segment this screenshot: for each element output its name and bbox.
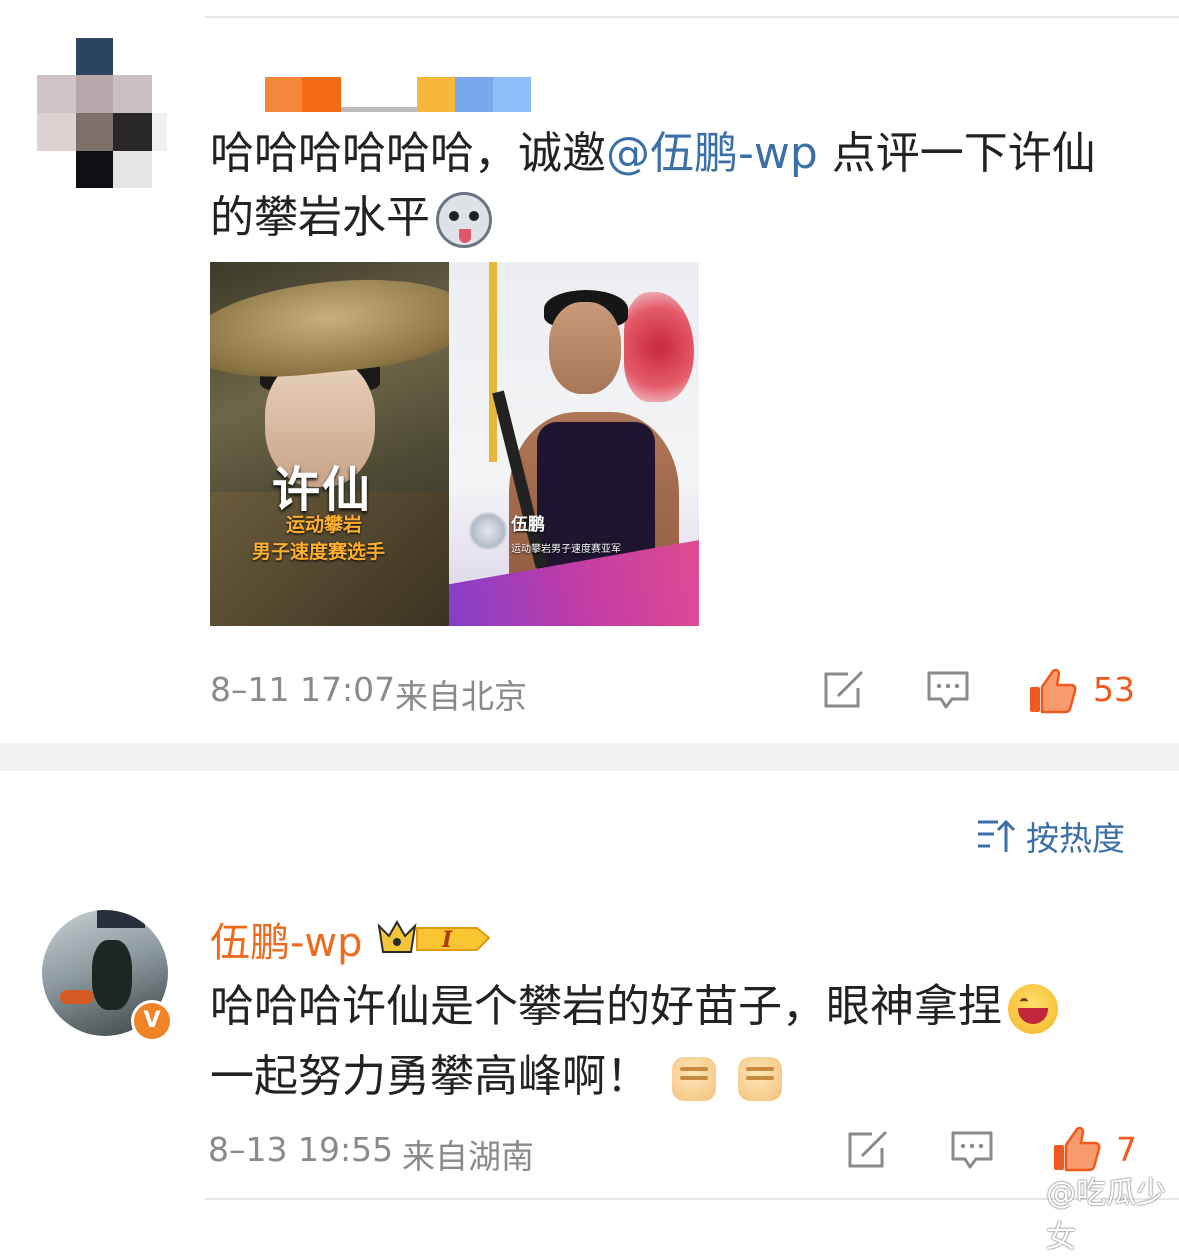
top-divider bbox=[205, 16, 1179, 18]
mention-link[interactable]: @伍鹏-wp bbox=[606, 128, 818, 179]
comment2-timestamp: 8–13 19:55 bbox=[208, 1130, 394, 1169]
reply-comment-icon-2[interactable] bbox=[950, 1130, 994, 1172]
level-badge-text: I bbox=[441, 927, 453, 953]
comment1-timestamp: 8–11 17:07 bbox=[210, 670, 396, 709]
comment2-text: 哈哈哈许仙是个攀岩的好苗子，眼神拿捏 一起努力勇攀高峰啊！ bbox=[210, 972, 1130, 1112]
sort-by-hot-button[interactable]: 按热度 bbox=[976, 816, 1125, 858]
comment2-line2: 一起努力勇攀高峰啊！ bbox=[210, 1051, 650, 1102]
medal-icon bbox=[469, 512, 507, 550]
comment2-like-count[interactable]: 7 bbox=[1116, 1130, 1137, 1169]
comment2-line1: 哈哈哈许仙是个攀岩的好苗子，眼神拿捏 bbox=[210, 981, 1002, 1032]
watermark-text: @吃瓜少女 bbox=[1046, 1176, 1167, 1255]
image-subtitle-1: 运动攀岩 bbox=[286, 514, 363, 536]
image-subtitle-2: 男子速度赛选手 bbox=[252, 541, 386, 563]
verified-badge-icon: V bbox=[131, 1000, 173, 1042]
avatar-blurred[interactable] bbox=[37, 38, 167, 188]
weibo-logo-icon bbox=[1016, 1202, 1044, 1224]
image-athlete-subtitle: 运动攀岩男子速度赛亚军 bbox=[511, 544, 621, 555]
husky-emoji-icon bbox=[436, 192, 492, 248]
image-athlete-name: 伍鹏 bbox=[511, 515, 545, 535]
fist-emoji-icon-2 bbox=[738, 1057, 782, 1101]
fist-emoji-icon bbox=[672, 1057, 716, 1101]
like-thumb-icon[interactable] bbox=[1028, 668, 1078, 714]
share-icon[interactable] bbox=[822, 670, 866, 710]
weibo-watermark: @吃瓜少女 bbox=[1016, 1168, 1179, 1256]
section-divider bbox=[0, 743, 1179, 771]
comment1-like-count[interactable]: 53 bbox=[1093, 670, 1135, 709]
member-crown-badge-icon[interactable]: I bbox=[377, 918, 495, 958]
reply-comment-icon[interactable] bbox=[926, 670, 970, 712]
comment2-location: 来自湖南 bbox=[402, 1137, 534, 1176]
comment1-text-before: 哈哈哈哈哈哈，诚邀 bbox=[210, 128, 606, 179]
username-redacted[interactable] bbox=[265, 77, 531, 112]
sort-icon bbox=[978, 819, 1016, 852]
sort-label: 按热度 bbox=[1026, 819, 1125, 858]
attached-image-xuxian[interactable]: 许仙 运动攀岩 男子速度赛选手 bbox=[210, 262, 449, 626]
comment1-text: 哈哈哈哈哈哈，诚邀@伍鹏-wp 点评一下许仙的攀岩水平 bbox=[210, 122, 1110, 250]
laughing-emoji-icon bbox=[1008, 984, 1058, 1034]
comment2-username[interactable]: 伍鹏-wp bbox=[210, 910, 363, 968]
share-icon-2[interactable] bbox=[846, 1130, 890, 1170]
attached-image-wupeng[interactable]: 伍鹏 运动攀岩男子速度赛亚军 bbox=[449, 262, 699, 626]
like-thumb-icon-2[interactable] bbox=[1052, 1126, 1102, 1172]
comment1-location: 来自北京 bbox=[395, 677, 527, 716]
